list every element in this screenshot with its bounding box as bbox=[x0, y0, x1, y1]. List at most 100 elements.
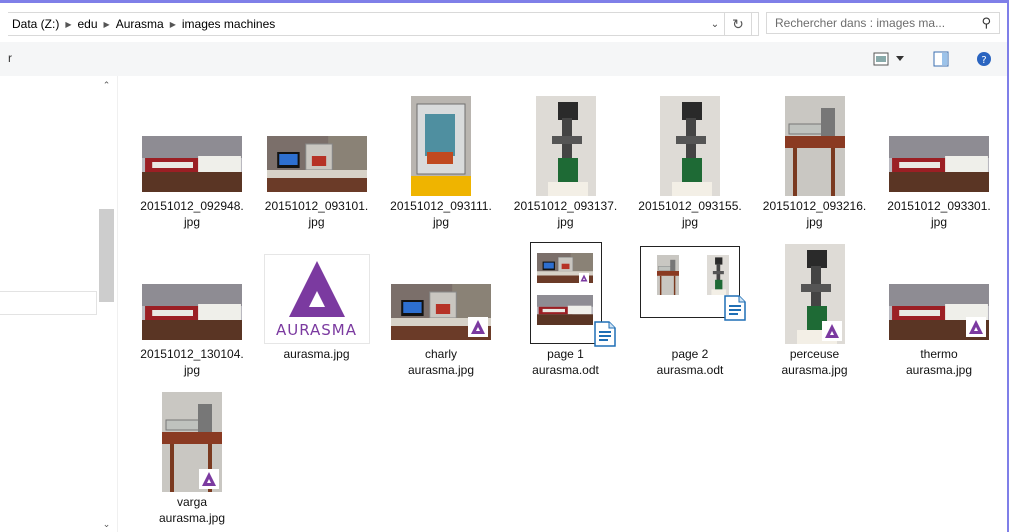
file-thumbnail[interactable] bbox=[266, 86, 367, 196]
file-thumbnail[interactable] bbox=[142, 234, 242, 344]
chevron-right-icon[interactable]: ▶ bbox=[102, 20, 112, 29]
search-icon[interactable]: ⚲ bbox=[973, 15, 999, 31]
thumbnail-image bbox=[536, 295, 593, 325]
file-item[interactable]: charly aurasma.jpg bbox=[381, 234, 501, 380]
dropdown-arrow-icon[interactable] bbox=[894, 50, 906, 68]
file-name-line: jpg bbox=[183, 215, 200, 229]
file-thumbnail[interactable] bbox=[391, 86, 491, 196]
search-input[interactable] bbox=[767, 15, 974, 31]
refresh-icon[interactable]: ↻ bbox=[724, 12, 752, 36]
scroll-up-arrow-icon[interactable]: ⌃ bbox=[97, 80, 116, 91]
thumbnail-image bbox=[142, 284, 242, 340]
file-thumbnail[interactable] bbox=[142, 382, 242, 492]
thumbnail-image bbox=[784, 96, 845, 196]
help-icon[interactable]: ? bbox=[975, 50, 993, 68]
file-name-line: aurasma.jpg bbox=[905, 363, 973, 377]
file-thumbnail[interactable] bbox=[889, 86, 989, 196]
file-name-label: 20151012_093301.jpg bbox=[879, 198, 999, 230]
breadcrumb-item-images-machines[interactable]: images machines bbox=[178, 17, 279, 31]
navigation-scrollbar[interactable]: ⌃ ⌄ bbox=[97, 76, 116, 532]
document-preview bbox=[640, 246, 746, 321]
file-item[interactable]: page 1 aurasma.odt bbox=[506, 234, 626, 380]
aurasma-badge-icon bbox=[468, 317, 488, 337]
document-preview bbox=[529, 242, 616, 347]
file-thumbnail[interactable] bbox=[640, 86, 740, 196]
file-name-line: thermo bbox=[920, 347, 958, 361]
file-item[interactable]: 20151012_092948.jpg bbox=[132, 86, 252, 232]
thumbnail-image bbox=[162, 392, 222, 492]
address-bar-row: Data (Z:) ▶ edu ▶ Aurasma ▶ images machi… bbox=[0, 3, 1007, 42]
file-name-line: 20151012_130104. bbox=[140, 347, 244, 361]
file-thumbnail[interactable] bbox=[516, 234, 616, 347]
file-name-line: jpg bbox=[681, 215, 698, 229]
thumbnail-image bbox=[707, 255, 729, 295]
file-name-line: 20151012_093155. bbox=[638, 199, 742, 213]
file-name-line: jpg bbox=[183, 363, 200, 377]
thumbnail-image bbox=[889, 284, 989, 340]
chevron-right-icon[interactable]: ▶ bbox=[168, 20, 178, 29]
file-thumbnail[interactable] bbox=[765, 234, 865, 344]
breadcrumb-item-drive[interactable]: Data (Z:) bbox=[8, 17, 63, 31]
svg-text:?: ? bbox=[981, 55, 986, 66]
preview-pane-icon[interactable] bbox=[932, 50, 950, 68]
file-name-label: 20151012_092948.jpg bbox=[132, 198, 252, 230]
file-name-label: 20151012_093155.jpg bbox=[630, 198, 750, 230]
thumbnail-image bbox=[142, 136, 242, 192]
file-name-line: 20151012_093137. bbox=[513, 199, 618, 213]
breadcrumb-item-edu[interactable]: edu bbox=[74, 17, 102, 31]
file-name-line: 20151012_093111. bbox=[390, 199, 492, 213]
file-item[interactable]: 20151012_093155.jpg bbox=[630, 86, 750, 232]
thumbnail-image bbox=[784, 244, 845, 344]
file-thumbnail[interactable]: AURASMA bbox=[263, 234, 370, 344]
aurasma-logo: AURASMA bbox=[263, 254, 370, 344]
file-name-line: aurasma.odt bbox=[532, 363, 599, 377]
file-item[interactable]: 20151012_093216. jpg bbox=[755, 86, 875, 232]
scrollbar-thumb[interactable] bbox=[99, 209, 114, 302]
file-thumbnail[interactable] bbox=[640, 234, 746, 344]
writer-document-icon bbox=[593, 321, 617, 347]
file-name-label: varga aurasma.jpg bbox=[132, 494, 252, 526]
file-name-line: 20151012_092948. bbox=[140, 199, 244, 213]
file-name-line: 20151012_093301. bbox=[887, 199, 991, 213]
file-item[interactable]: perceuse aurasma.jpg bbox=[755, 234, 875, 380]
toolbar-truncated-label[interactable]: r bbox=[8, 51, 12, 65]
file-name-label: 20151012_093216. jpg bbox=[755, 198, 875, 230]
scroll-down-arrow-icon[interactable]: ⌄ bbox=[97, 519, 116, 530]
file-thumbnail[interactable] bbox=[765, 86, 865, 196]
file-name-line: aurasma.jpg bbox=[781, 363, 848, 377]
thumbnail-image bbox=[657, 255, 679, 295]
file-item[interactable]: varga aurasma.jpg bbox=[132, 382, 252, 528]
aurasma-badge-icon bbox=[821, 321, 842, 341]
thumbnail-image bbox=[535, 96, 596, 196]
file-item[interactable]: page 2 aurasma.odt bbox=[630, 234, 750, 380]
file-item[interactable]: AURASMA aurasma.jpg bbox=[257, 234, 377, 380]
file-name-label: page 2 aurasma.odt bbox=[630, 346, 750, 378]
file-item[interactable]: 20151012_130104.jpg bbox=[132, 234, 252, 380]
file-item[interactable]: 20151012_093301.jpg bbox=[879, 86, 999, 232]
thumbnail-image bbox=[411, 96, 471, 196]
file-name-line: aurasma.jpg bbox=[283, 347, 350, 361]
file-item[interactable]: 20151012_093101. jpg bbox=[257, 86, 377, 232]
file-thumbnail[interactable] bbox=[889, 234, 989, 344]
dropdown-arrow-icon[interactable]: ⌄ bbox=[706, 12, 724, 36]
file-item[interactable]: 20151012_093111. jpg bbox=[381, 86, 501, 232]
view-options-icon[interactable] bbox=[872, 50, 890, 68]
breadcrumb[interactable]: Data (Z:) ▶ edu ▶ Aurasma ▶ images machi… bbox=[8, 12, 759, 36]
chevron-right-icon[interactable]: ▶ bbox=[63, 20, 73, 29]
file-name-line: jpg bbox=[930, 215, 947, 229]
file-thumbnail[interactable] bbox=[391, 234, 491, 344]
file-thumbnail[interactable] bbox=[142, 86, 242, 196]
thumbnail-image bbox=[391, 284, 491, 340]
file-name-label: charly aurasma.jpg bbox=[381, 346, 501, 378]
navigation-pane-selected-row[interactable] bbox=[0, 291, 97, 315]
file-name-line: aurasma.jpg bbox=[407, 363, 475, 377]
aurasma-badge-icon bbox=[199, 469, 219, 489]
file-item[interactable]: 20151012_093137. jpg bbox=[506, 86, 626, 232]
file-name-line: aurasma.jpg bbox=[158, 511, 226, 525]
search-box[interactable]: ⚲ bbox=[766, 12, 1000, 34]
breadcrumb-item-aurasma[interactable]: Aurasma bbox=[112, 17, 168, 31]
file-name-line: 20151012_093216. bbox=[762, 199, 867, 213]
aurasma-badge-icon bbox=[966, 317, 986, 337]
file-item[interactable]: thermo aurasma.jpg bbox=[879, 234, 999, 380]
file-thumbnail[interactable] bbox=[516, 86, 616, 196]
